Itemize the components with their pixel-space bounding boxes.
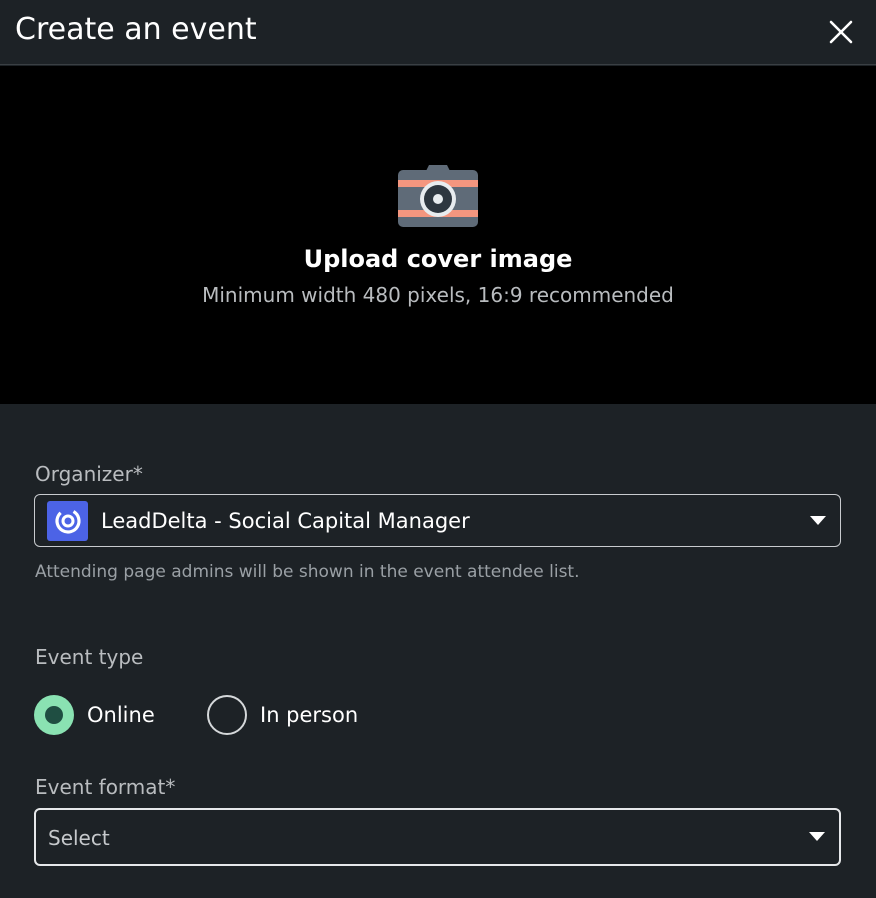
radio-in-person[interactable]: In person xyxy=(207,694,358,735)
close-button[interactable] xyxy=(821,12,861,52)
event-type-label: Event type xyxy=(35,645,144,669)
event-format-label: Event format* xyxy=(35,775,176,799)
radio-unchecked-icon[interactable] xyxy=(207,694,247,735)
chevron-down-icon xyxy=(810,515,826,525)
create-event-modal: Create an event Upload cover image Minim… xyxy=(0,0,876,898)
upload-cover-subtitle: Minimum width 480 pixels, 16:9 recommend… xyxy=(202,283,674,307)
cover-image-upload[interactable]: Upload cover image Minimum width 480 pix… xyxy=(0,66,876,404)
radio-checked-icon[interactable] xyxy=(34,694,74,735)
leaddelta-logo-icon xyxy=(47,501,88,541)
event-format-select[interactable]: Select xyxy=(34,808,841,866)
event-format-value: Select xyxy=(48,826,110,850)
organizer-label: Organizer* xyxy=(35,462,143,486)
upload-cover-title: Upload cover image xyxy=(303,245,573,273)
radio-online[interactable]: Online xyxy=(34,694,155,735)
organizer-value: LeadDelta - Social Capital Manager xyxy=(101,509,470,533)
radio-in-person-label: In person xyxy=(260,702,359,727)
camera-icon xyxy=(398,165,478,227)
radio-online-label: Online xyxy=(87,702,155,727)
modal-title: Create an event xyxy=(15,12,257,47)
organizer-select[interactable]: LeadDelta - Social Capital Manager xyxy=(34,494,841,547)
close-icon xyxy=(829,20,853,44)
organizer-helper-text: Attending page admins will be shown in t… xyxy=(35,562,580,582)
modal-header: Create an event xyxy=(0,0,876,65)
chevron-down-icon xyxy=(809,832,825,841)
